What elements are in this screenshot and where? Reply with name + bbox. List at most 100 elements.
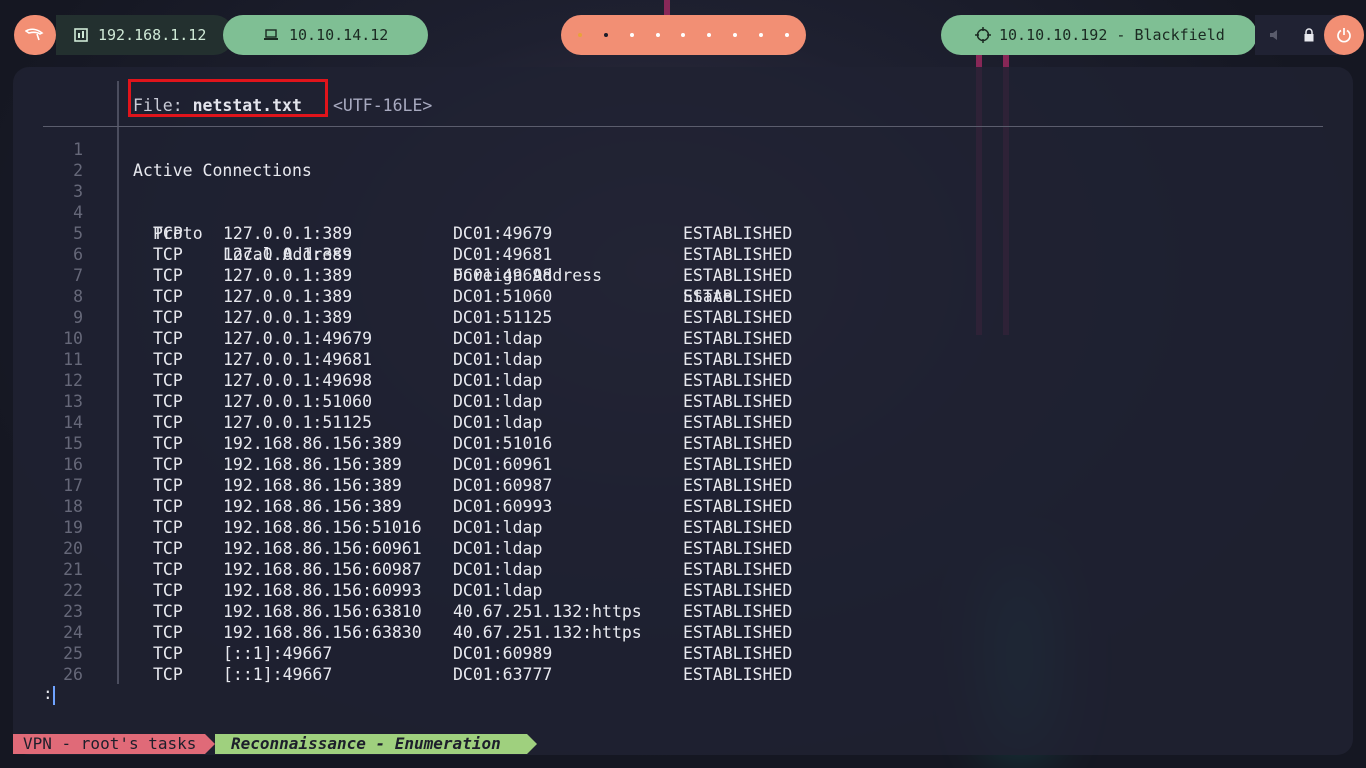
foreign-address-cell: DC01:51125 (453, 308, 553, 327)
proto-cell: TCP (153, 350, 183, 369)
highlight-box (128, 79, 328, 117)
proto-cell: TCP (153, 665, 183, 684)
file-encoding: <UTF-16LE> (333, 96, 433, 115)
foreign-address-cell: DC01:ldap (453, 581, 543, 600)
proto-cell: TCP (153, 455, 183, 474)
line-number: 16 (63, 455, 83, 474)
local-address-cell: 127.0.0.1:389 (223, 245, 353, 264)
state-cell: ESTABLISHED (683, 245, 793, 264)
lock-icon[interactable] (1304, 28, 1314, 42)
proto-cell: TCP (153, 476, 183, 495)
foreign-address-cell: DC01:60993 (453, 497, 553, 516)
state-cell: ESTABLISHED (683, 350, 793, 369)
state-cell: ESTABLISHED (683, 308, 793, 327)
local-address-cell: 192.168.86.156:60961 (223, 539, 422, 558)
state-cell: ESTABLISHED (683, 602, 793, 621)
local-address-cell: 127.0.0.1:49698 (223, 371, 373, 390)
line-number: 11 (63, 350, 83, 369)
connection-row: 18 TCP 192.168.86.156:389 DC01:60993 ESTABLI… (13, 496, 913, 517)
line-1: 1 (13, 139, 913, 160)
workspace-dot[interactable] (629, 33, 634, 37)
line-number: 8 (73, 287, 83, 306)
workspace-dot[interactable] (759, 33, 764, 37)
file-header-divider (43, 126, 1323, 127)
state-cell: ESTABLISHED (683, 665, 793, 684)
foreign-address-cell: DC01:63777 (453, 665, 553, 684)
workspace-dot[interactable] (733, 33, 738, 37)
foreign-address-cell: DC01:60989 (453, 644, 553, 663)
state-cell: ESTABLISHED (683, 644, 793, 663)
state-cell: ESTABLISHED (683, 371, 793, 390)
state-cell: ESTABLISHED (683, 266, 793, 285)
foreign-address-cell: DC01:ldap (453, 539, 543, 558)
proto-cell: TCP (153, 434, 183, 453)
connection-row: 24 TCP 192.168.86.156:63830 40.67.251.132:h… (13, 622, 913, 643)
session-tab[interactable]: VPN - root's tasks (13, 734, 205, 754)
window-tab-active[interactable]: Reconnaissance - Enumeration (215, 734, 527, 754)
target-indicator[interactable]: 10.10.10.192 - Blackfield (941, 15, 1257, 55)
state-cell: ESTABLISHED (683, 434, 793, 453)
proto-cell: TCP (153, 329, 183, 348)
connection-row: 22 TCP 192.168.86.156:60993 DC01:ldap ESTABL… (13, 580, 913, 601)
foreign-address-cell: DC01:ldap (453, 413, 543, 432)
line-number: 22 (63, 581, 83, 600)
local-ip-indicator[interactable]: 192.168.1.12 (56, 15, 234, 55)
state-cell: ESTABLISHED (683, 455, 793, 474)
state-cell: ESTABLISHED (683, 413, 793, 432)
line-number: 13 (63, 392, 83, 411)
kali-logo-button[interactable] (14, 15, 56, 55)
powerline-separator (527, 734, 537, 754)
line-number: 19 (63, 518, 83, 537)
foreign-address-cell: DC01:60987 (453, 476, 553, 495)
state-cell: ESTABLISHED (683, 224, 793, 243)
volume-muted-icon[interactable] (1269, 29, 1283, 41)
workspace-dot[interactable] (681, 33, 686, 37)
vpn-ip-indicator[interactable]: 10.10.14.12 (223, 15, 428, 55)
proto-cell: TCP (153, 581, 183, 600)
workspace-switcher[interactable] (561, 15, 806, 55)
proto-cell: TCP (153, 560, 183, 579)
foreign-address-cell: DC01:ldap (453, 518, 543, 537)
proto-cell: TCP (153, 224, 183, 243)
local-address-cell: 127.0.0.1:389 (223, 266, 353, 285)
local-address-cell: [::1]:49667 (223, 644, 333, 663)
terminal-window[interactable]: File: netstat.txt <UTF-16LE> 1 2 Active C… (13, 67, 1353, 755)
workspace-dot[interactable] (784, 33, 789, 37)
connection-row: 12 TCP 127.0.0.1:49698 DC01:ldap ESTABLISHED (13, 370, 913, 391)
local-address-cell: 192.168.86.156:60993 (223, 581, 422, 600)
connection-row: 25 TCP [::1]:49667 DC01:60989 ESTABLISHED (13, 643, 913, 664)
proto-cell: TCP (153, 539, 183, 558)
laptop-icon (264, 29, 278, 40)
state-cell: ESTABLISHED (683, 497, 793, 516)
local-address-cell: 192.168.86.156:389 (223, 434, 402, 453)
active-connections-title: Active Connections (133, 161, 312, 180)
proto-cell: TCP (153, 245, 183, 264)
line-3: 3 (13, 181, 913, 202)
state-cell: ESTABLISHED (683, 476, 793, 495)
foreign-address-cell: DC01:49681 (453, 245, 553, 264)
workspace-dot[interactable] (577, 33, 582, 37)
text-cursor (53, 686, 55, 705)
state-cell: ESTABLISHED (683, 623, 793, 642)
line-number: 12 (63, 371, 83, 390)
powerline-separator (205, 734, 215, 754)
line-number: 4 (73, 203, 83, 222)
workspace-dot[interactable] (707, 33, 712, 37)
foreign-address-cell: DC01:ldap (453, 350, 543, 369)
foreign-address-cell: DC01:ldap (453, 371, 543, 390)
workspace-dot[interactable] (655, 33, 660, 37)
connection-row: 10 TCP 127.0.0.1:49679 DC01:ldap ESTABLISHED (13, 328, 913, 349)
workspace-dot-active[interactable] (603, 33, 608, 37)
power-button[interactable] (1324, 15, 1364, 55)
foreign-address-cell: 40.67.251.132:https (453, 602, 642, 621)
connection-row: 16 TCP 192.168.86.156:389 DC01:60961 ESTABLI… (13, 454, 913, 475)
local-address-cell: 127.0.0.1:49681 (223, 350, 373, 369)
foreign-address-cell: DC01:60961 (453, 455, 553, 474)
local-address-cell: 127.0.0.1:389 (223, 224, 353, 243)
local-address-cell: 127.0.0.1:49679 (223, 329, 373, 348)
connection-row: 15 TCP 192.168.86.156:389 DC01:51016 ESTABLI… (13, 433, 913, 454)
connection-row: 20 TCP 192.168.86.156:60961 DC01:ldap ESTABL… (13, 538, 913, 559)
line-number: 21 (63, 560, 83, 579)
pager-prompt[interactable]: : (43, 684, 53, 703)
line-number: 2 (73, 161, 83, 180)
